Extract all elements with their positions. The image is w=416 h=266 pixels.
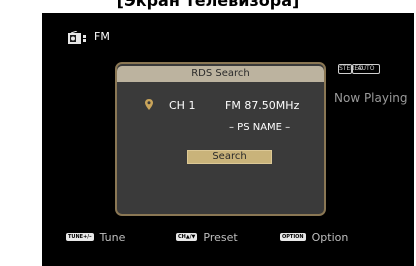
page-caption: [Экран телевизора] — [116, 0, 300, 10]
stereo-badge: STEREO — [338, 64, 363, 74]
option-label: Option — [311, 230, 349, 244]
tv-screen: FM STEREO AUTO Now Playing RDS Search CH… — [42, 13, 414, 266]
search-button[interactable]: Search — [187, 150, 272, 164]
tune-control[interactable]: TUNE+/– Tune — [66, 230, 125, 244]
preset-label: Preset — [203, 230, 238, 244]
option-control[interactable]: OPTION Option — [280, 230, 348, 244]
now-playing-label: Now Playing — [334, 91, 408, 105]
preset-key-badge: CH▲/▼ — [176, 233, 198, 241]
tune-label: Tune — [99, 230, 126, 244]
dialog-title: RDS Search — [117, 66, 324, 82]
frequency-label: FM 87.50MHz — [225, 99, 300, 112]
tune-key-badge: TUNE+/– — [66, 233, 94, 241]
radio-icon — [68, 31, 86, 44]
auto-badge: AUTO — [352, 64, 380, 74]
rds-search-dialog: RDS Search CH 1 FM 87.50MHz – PS NAME – … — [115, 62, 326, 216]
option-key-badge: OPTION — [280, 233, 306, 241]
preset-control[interactable]: CH▲/▼ Preset — [176, 230, 238, 244]
channel-label: CH 1 — [169, 99, 196, 112]
location-pin-icon — [145, 99, 153, 110]
source-label: FM — [94, 30, 110, 43]
ps-name-label: – PS NAME – — [229, 122, 291, 133]
